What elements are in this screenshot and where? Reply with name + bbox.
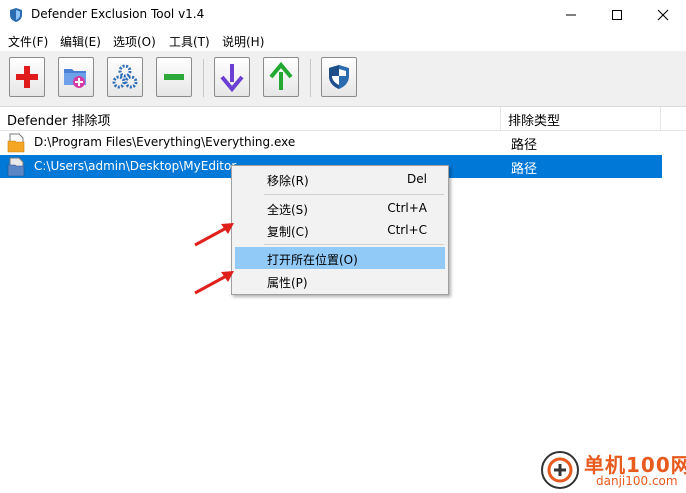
exclusion-type: 路径: [511, 162, 538, 177]
red-arrow-icon: [194, 223, 234, 247]
add-button[interactable]: [9, 57, 45, 97]
defender-button[interactable]: [321, 57, 357, 97]
list-header: Defender 排除项 排除类型: [0, 107, 686, 131]
menu-tools[interactable]: 工具(T): [169, 33, 210, 50]
context-item-label: 全选(S): [267, 203, 308, 217]
context-item-label: 移除(R): [267, 174, 309, 188]
folder-file-icon: [7, 157, 25, 177]
list-item[interactable]: D:\Program Files\Everything\Everything.e…: [0, 131, 662, 154]
column-header-exclusion[interactable]: Defender 排除项: [7, 110, 111, 129]
red-plus-icon: [16, 66, 38, 88]
context-item-properties[interactable]: 属性(P): [235, 270, 445, 292]
context-separator: [264, 244, 444, 245]
window-title: Defender Exclusion Tool v1.4: [31, 7, 205, 21]
context-separator: [264, 194, 444, 195]
minimize-button[interactable]: [548, 0, 594, 30]
maximize-button[interactable]: [594, 0, 640, 30]
folder-add-icon: [64, 69, 86, 88]
arrow-up-icon: [269, 62, 293, 90]
red-arrow-icon: [194, 271, 234, 295]
export-button[interactable]: [263, 57, 299, 97]
watermark-logo-icon: [541, 451, 579, 489]
menu-edit[interactable]: 编辑(E): [60, 33, 101, 50]
watermark-url: danji100.com: [596, 474, 678, 488]
shield-icon: [329, 65, 349, 89]
import-button[interactable]: [214, 57, 250, 97]
context-menu: 移除(R) Del 全选(S) Ctrl+A 复制(C) Ctrl+C 打开所在…: [231, 165, 449, 295]
add-folder-button[interactable]: [58, 57, 94, 97]
column-divider[interactable]: [500, 107, 501, 130]
context-item-label: 复制(C): [267, 225, 309, 239]
exclusion-type: 路径: [511, 138, 538, 153]
exclusion-path: D:\Program Files\Everything\Everything.e…: [34, 135, 296, 149]
app-shield-icon: [10, 8, 22, 22]
context-item-label: 打开所在位置(O): [267, 253, 358, 267]
green-minus-icon: [164, 74, 184, 80]
minimize-icon: [566, 14, 576, 16]
toolbar-separator: [310, 59, 311, 97]
context-item-shortcut: Ctrl+A: [387, 201, 427, 215]
column-header-type[interactable]: 排除类型: [508, 110, 560, 129]
menu-options[interactable]: 选项(O): [113, 33, 156, 50]
context-item-select-all[interactable]: 全选(S) Ctrl+A: [235, 197, 445, 219]
toolbar-separator: [203, 59, 204, 97]
context-item-copy[interactable]: 复制(C) Ctrl+C: [235, 219, 445, 241]
close-icon: [657, 9, 669, 21]
context-item-shortcut: Ctrl+C: [387, 223, 427, 237]
annotation-arrows: [194, 223, 234, 295]
menu-file[interactable]: 文件(F): [8, 33, 48, 50]
add-process-button[interactable]: [107, 57, 143, 97]
file-icon: [7, 133, 25, 153]
maximize-icon: [612, 10, 622, 20]
exclusion-path: C:\Users\admin\Desktop\MyEditor: [34, 159, 237, 173]
toolbar: [0, 51, 686, 107]
context-item-label: 属性(P): [267, 276, 308, 290]
menu-help[interactable]: 说明(H): [222, 33, 264, 50]
context-item-open-location[interactable]: 打开所在位置(O): [235, 247, 445, 269]
column-divider[interactable]: [660, 107, 661, 130]
watermark: 单机100网 danji100.com: [538, 448, 686, 493]
menu-bar: 文件(F) 编辑(E) 选项(O) 工具(T) 说明(H): [0, 30, 686, 51]
title-bar: Defender Exclusion Tool v1.4: [0, 0, 686, 30]
context-item-remove[interactable]: 移除(R) Del: [235, 168, 445, 190]
arrow-down-icon: [220, 64, 244, 92]
context-item-shortcut: Del: [407, 172, 427, 186]
remove-button[interactable]: [156, 57, 192, 97]
gears-icon: [112, 64, 138, 89]
close-button[interactable]: [640, 0, 686, 30]
